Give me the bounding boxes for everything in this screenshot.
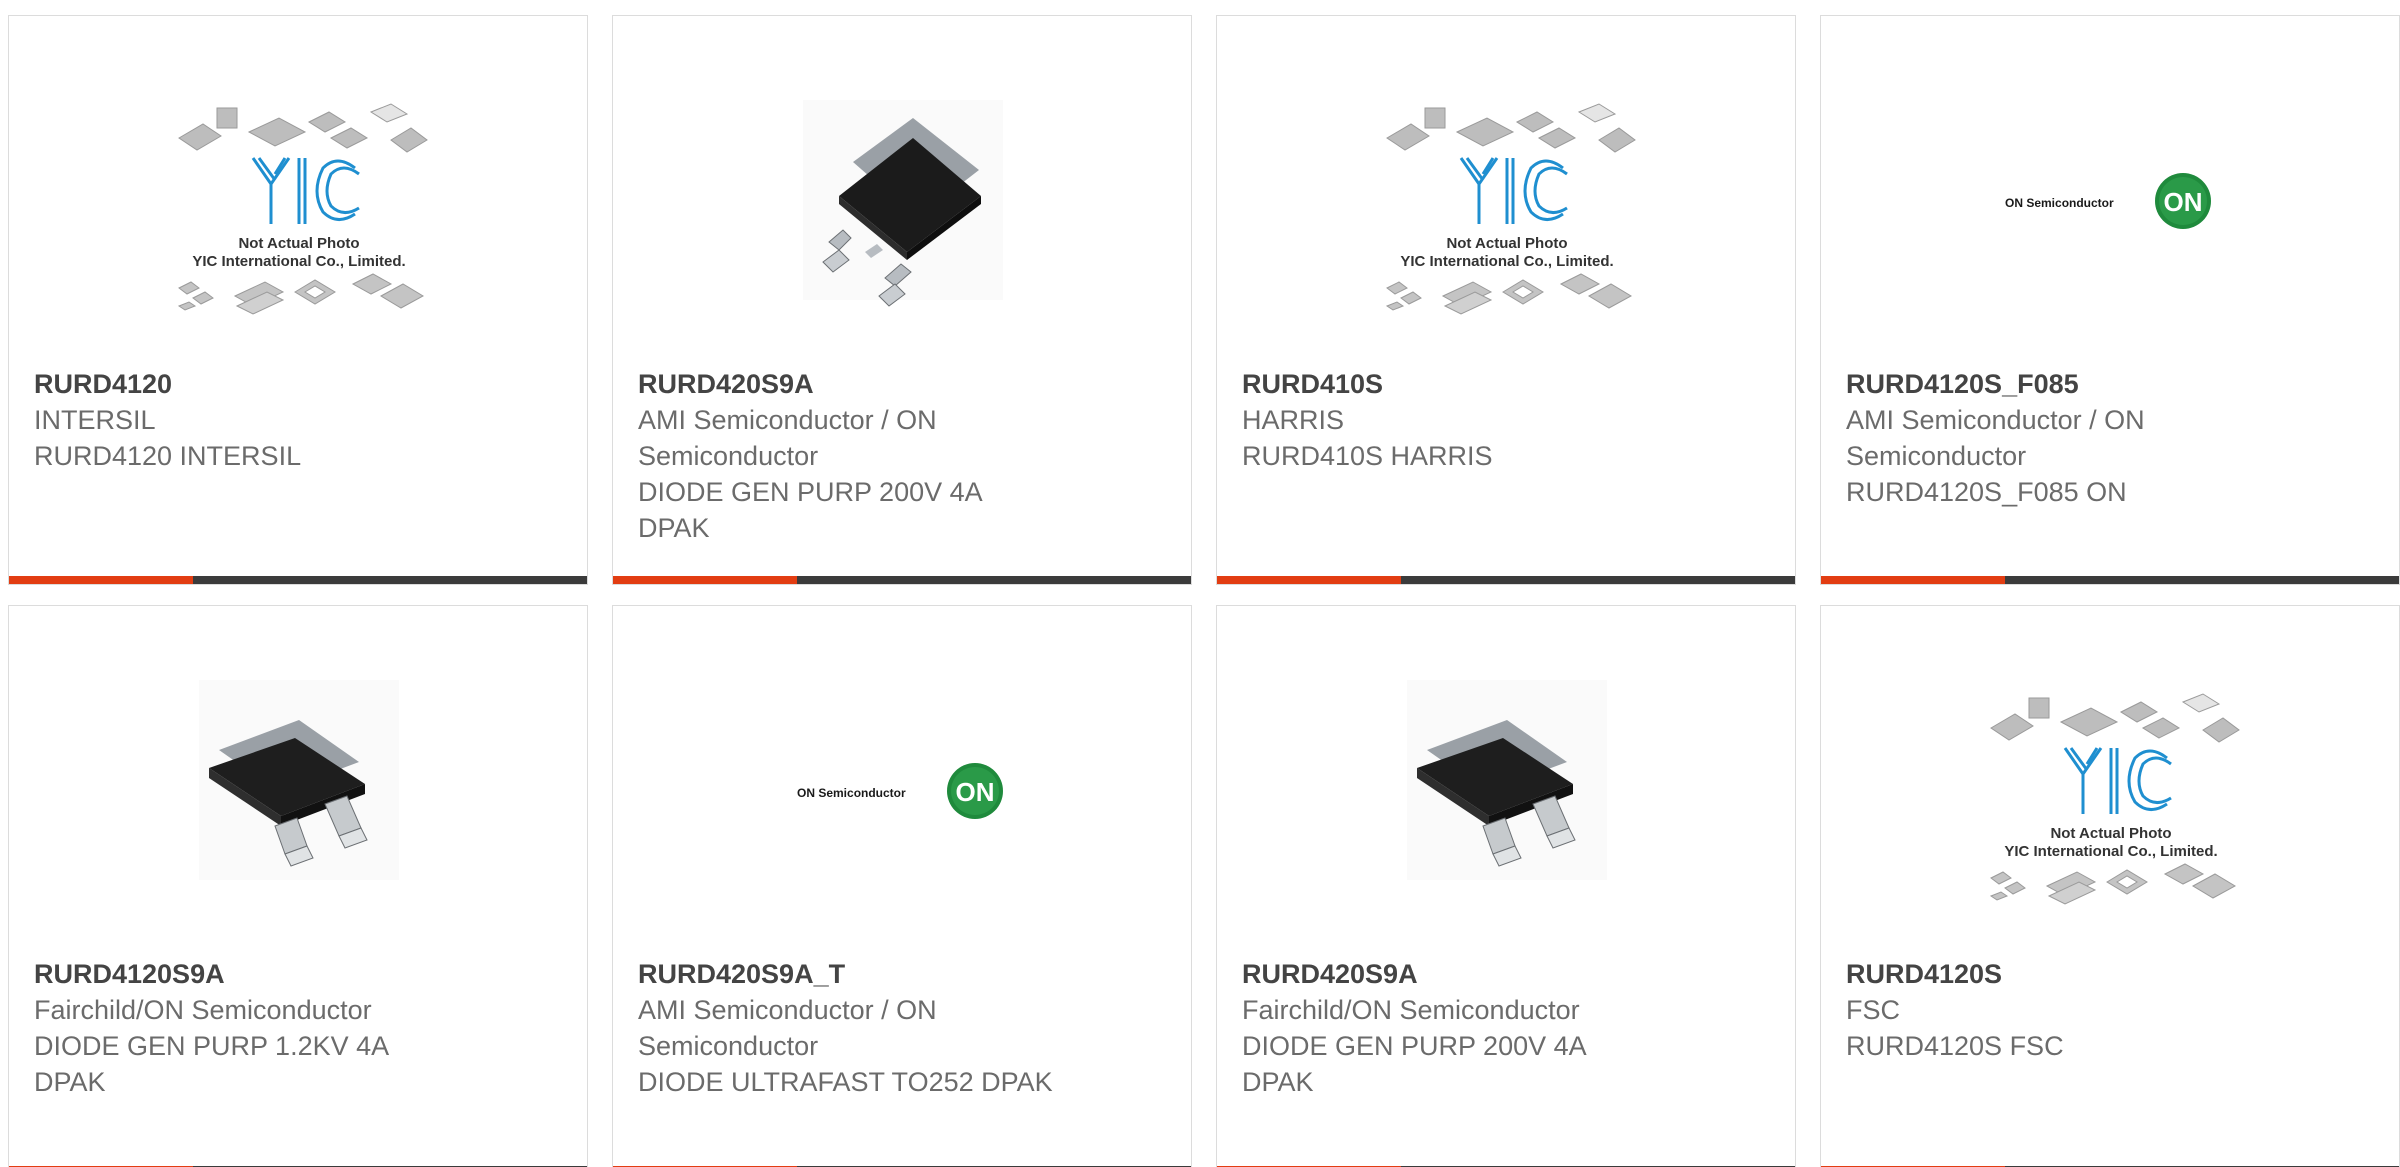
product-image[interactable]: Not Actual Photo YIC International Co., …: [9, 56, 587, 356]
card-accent: [613, 576, 797, 584]
product-image[interactable]: [613, 56, 1191, 356]
product-info: RURD420S9A AMI Semiconductor / ON Semico…: [638, 366, 1058, 546]
product-info: RURD4120S9A Fairchild/ON Semiconductor D…: [34, 956, 454, 1100]
manufacturer: FSC: [1846, 995, 1900, 1025]
on-semi-wordmark: ON Semiconductor: [2005, 196, 2114, 210]
product-image[interactable]: Not Actual Photo YIC International Co., …: [1217, 56, 1795, 356]
product-card[interactable]: RURD4120S9A Fairchild/ON Semiconductor D…: [8, 605, 588, 1167]
part-number[interactable]: RURD420S9A: [1242, 959, 1418, 989]
manufacturer: HARRIS: [1242, 405, 1345, 435]
on-semi-logo-image: ON Semiconductor ON: [2005, 173, 2211, 229]
dpak-chip-image: [199, 680, 399, 880]
manufacturer: INTERSIL: [34, 405, 156, 435]
placeholder-caption-1: Not Actual Photo: [1446, 235, 1567, 252]
product-card[interactable]: Not Actual Photo YIC International Co., …: [1216, 15, 1796, 585]
part-number[interactable]: RURD4120S: [1846, 959, 2002, 989]
on-logo-badge: ON: [956, 777, 995, 807]
product-info: RURD420S9A Fairchild/ON Semiconductor DI…: [1242, 956, 1662, 1100]
product-info: RURD4120S_F085 AMI Semiconductor / ON Se…: [1846, 366, 2266, 510]
yic-placeholder-image: Not Actual Photo YIC International Co., …: [177, 103, 428, 315]
description: DIODE GEN PURP 200V 4A DPAK: [1242, 1031, 1586, 1097]
description: RURD4120S_F085 ON: [1846, 477, 2127, 507]
placeholder-caption-2: YIC International Co., Limited.: [1400, 253, 1613, 270]
description: RURD4120S FSC: [1846, 1031, 2064, 1061]
card-bottom-bar: [9, 576, 587, 584]
dpak-chip-image: [803, 100, 1003, 307]
product-image[interactable]: Not Actual Photo YIC International Co., …: [1821, 646, 2399, 946]
part-number[interactable]: RURD420S9A: [638, 369, 814, 399]
product-card[interactable]: Not Actual Photo YIC International Co., …: [8, 15, 588, 585]
product-card[interactable]: ON Semiconductor ON RURD420S9A_T AMI Sem…: [612, 605, 1192, 1167]
placeholder-caption-1: Not Actual Photo: [2050, 825, 2171, 842]
yic-placeholder-image: Not Actual Photo YIC International Co., …: [1385, 103, 1636, 315]
description: DIODE ULTRAFAST TO252 DPAK: [638, 1067, 1053, 1097]
product-image[interactable]: [9, 646, 587, 946]
product-image[interactable]: ON Semiconductor ON: [1821, 56, 2399, 356]
card-bottom-bar: [1821, 576, 2399, 584]
placeholder-caption-2: YIC International Co., Limited.: [192, 253, 405, 270]
dpak-chip-image: [1407, 680, 1607, 880]
product-image[interactable]: [1217, 646, 1795, 946]
on-logo-badge: ON: [2164, 187, 2203, 217]
description: RURD4120 INTERSIL: [34, 441, 302, 471]
part-number[interactable]: RURD4120: [34, 369, 172, 399]
card-bottom-bar: [613, 576, 1191, 584]
on-semi-wordmark: ON Semiconductor: [797, 786, 906, 800]
manufacturer: Fairchild/ON Semiconductor: [34, 995, 372, 1025]
manufacturer: Fairchild/ON Semiconductor: [1242, 995, 1580, 1025]
card-accent: [9, 576, 193, 584]
card-accent: [1217, 576, 1401, 584]
product-info: RURD4120 INTERSIL RURD4120 INTERSIL: [34, 366, 454, 474]
manufacturer: AMI Semiconductor / ON Semiconductor: [638, 995, 937, 1061]
product-card[interactable]: Not Actual Photo YIC International Co., …: [1820, 605, 2400, 1167]
card-accent: [1821, 576, 2005, 584]
product-info: RURD4120S FSC RURD4120S FSC: [1846, 956, 2266, 1064]
card-bottom-bar: [1217, 576, 1795, 584]
product-card[interactable]: ON Semiconductor ON RURD4120S_F085 AMI S…: [1820, 15, 2400, 585]
description: DIODE GEN PURP 1.2KV 4A DPAK: [34, 1031, 388, 1097]
yic-placeholder-image: Not Actual Photo YIC International Co., …: [1989, 693, 2240, 905]
description: DIODE GEN PURP 200V 4A DPAK: [638, 477, 982, 543]
product-card[interactable]: RURD420S9A AMI Semiconductor / ON Semico…: [612, 15, 1192, 585]
part-number[interactable]: RURD410S: [1242, 369, 1383, 399]
placeholder-caption-2: YIC International Co., Limited.: [2004, 843, 2217, 860]
part-number[interactable]: RURD4120S9A: [34, 959, 225, 989]
part-number[interactable]: RURD4120S_F085: [1846, 369, 2079, 399]
product-info: RURD410S HARRIS RURD410S HARRIS: [1242, 366, 1662, 474]
manufacturer: AMI Semiconductor / ON Semiconductor: [638, 405, 937, 471]
on-semi-logo-image: ON Semiconductor ON: [797, 763, 1003, 819]
product-card[interactable]: RURD420S9A Fairchild/ON Semiconductor DI…: [1216, 605, 1796, 1167]
manufacturer: AMI Semiconductor / ON Semiconductor: [1846, 405, 2145, 471]
product-info: RURD420S9A_T AMI Semiconductor / ON Semi…: [638, 956, 1058, 1100]
product-grid: Not Actual Photo YIC International Co., …: [0, 0, 2400, 1167]
description: RURD410S HARRIS: [1242, 441, 1493, 471]
product-image[interactable]: ON Semiconductor ON: [613, 646, 1191, 946]
part-number[interactable]: RURD420S9A_T: [638, 959, 845, 989]
placeholder-caption-1: Not Actual Photo: [238, 235, 359, 252]
